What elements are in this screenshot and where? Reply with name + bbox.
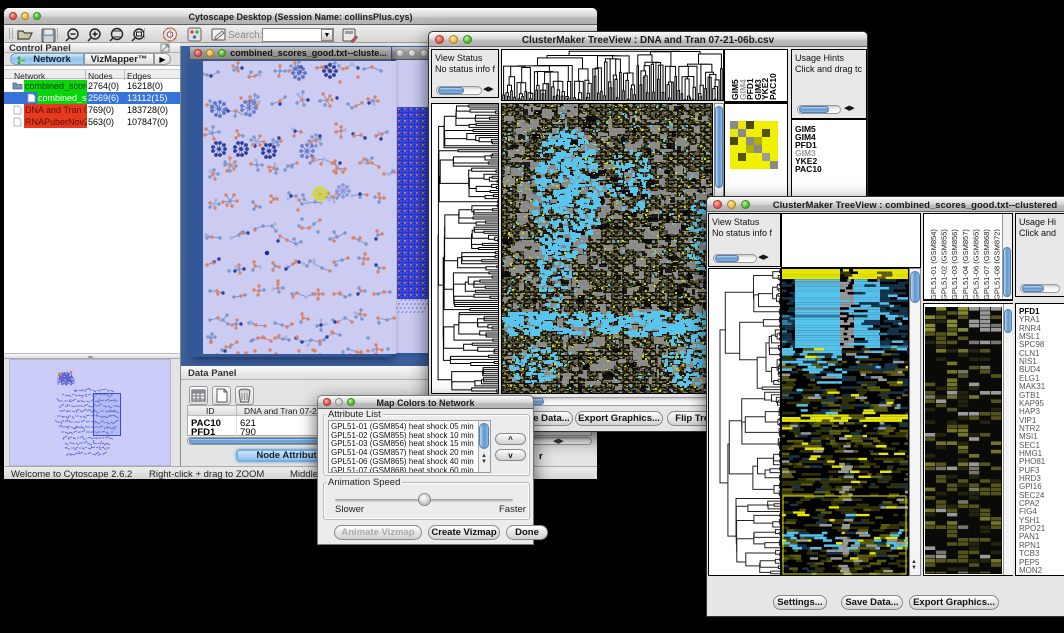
- svg-text:GPL51-03 (GSM856): GPL51-03 (GSM856): [950, 229, 959, 300]
- svg-text:GPL51-07 (GSM868): GPL51-07 (GSM868): [982, 229, 991, 300]
- svg-text:GPL51-02 (GSM855): GPL51-02 (GSM855): [940, 229, 949, 300]
- svg-text:PAC10: PAC10: [768, 73, 778, 100]
- svg-text:GPL51-04 (GSM857): GPL51-04 (GSM857): [961, 229, 970, 300]
- svg-text:GPL51-01 (GSM854): GPL51-01 (GSM854): [929, 229, 938, 300]
- svg-text:GPL51-06 (GSM865): GPL51-06 (GSM865): [971, 229, 980, 300]
- svg-text:GPL51-08 (GSM872): GPL51-08 (GSM872): [993, 229, 1000, 300]
